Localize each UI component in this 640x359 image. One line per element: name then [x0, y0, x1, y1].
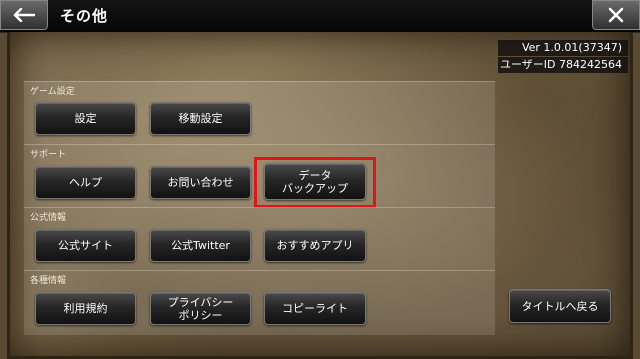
- close-icon: [608, 7, 624, 23]
- back-button[interactable]: [0, 0, 48, 30]
- section-label: 公式情報: [30, 213, 67, 223]
- official-twitter-button[interactable]: 公式Twitter: [150, 229, 251, 262]
- other-menu-screen: その他 Ver 1.0.01(37347) ユーザーID 784242564 ゲ…: [0, 0, 640, 359]
- settings-button[interactable]: 設定: [35, 102, 136, 135]
- section-label: 各種情報: [30, 276, 67, 286]
- official-site-button[interactable]: 公式サイト: [35, 229, 136, 262]
- help-button[interactable]: ヘルプ: [35, 166, 136, 199]
- page-title: その他: [60, 7, 109, 25]
- terms-button[interactable]: 利用規約: [35, 292, 136, 325]
- version-label: Ver 1.0.01(37347): [498, 40, 628, 56]
- contact-button[interactable]: お問い合わせ: [150, 166, 251, 199]
- copyright-button[interactable]: コピーライト: [264, 292, 366, 325]
- section-label: サポート: [30, 150, 67, 160]
- close-button[interactable]: [592, 0, 640, 30]
- highlight-box: [254, 157, 376, 208]
- privacy-policy-button[interactable]: プライバシー ポリシー: [150, 292, 251, 325]
- movement-settings-button[interactable]: 移動設定: [150, 102, 251, 135]
- user-id-label: ユーザーID 784242564: [498, 57, 628, 73]
- header-bar: その他: [0, 0, 640, 33]
- return-to-title-button[interactable]: タイトルへ戻る: [509, 289, 611, 323]
- back-arrow-icon: [13, 8, 35, 22]
- recommended-apps-button[interactable]: おすすめアプリ: [264, 229, 366, 262]
- section-label: ゲーム設定: [30, 87, 75, 97]
